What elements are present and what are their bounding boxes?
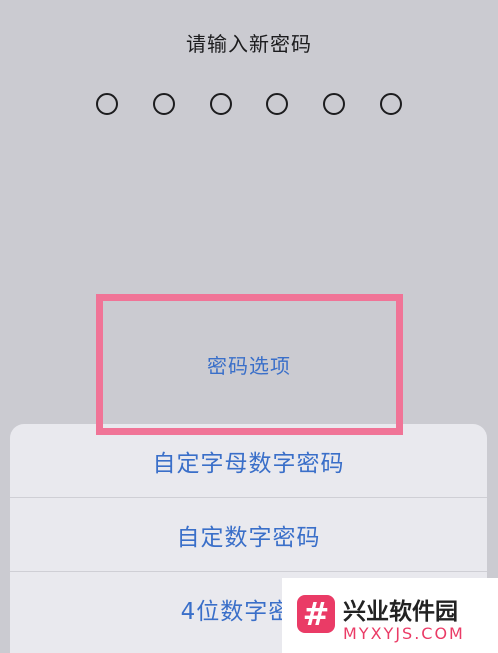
- passcode-dot: [152, 93, 175, 115]
- option-custom-numeric[interactable]: 自定数字密码: [10, 498, 487, 572]
- passcode-dots: [96, 91, 402, 117]
- passcode-dot: [266, 93, 289, 115]
- watermark-url: MYXYJS.COM: [343, 624, 465, 643]
- passcode-title: 请输入新密码: [186, 32, 312, 56]
- watermark-logo-icon: #: [297, 595, 335, 633]
- passcode-dot: [96, 93, 118, 115]
- passcode-options-button[interactable]: 密码选项: [0, 350, 498, 379]
- option-custom-alphanumeric[interactable]: 自定字母数字密码: [10, 424, 487, 498]
- watermark: # 兴业软件园 MYXYJS.COM: [282, 578, 498, 653]
- passcode-dot: [323, 93, 346, 115]
- passcode-dot: [379, 93, 402, 115]
- passcode-dot: [209, 93, 232, 115]
- watermark-name: 兴业软件园: [343, 599, 458, 625]
